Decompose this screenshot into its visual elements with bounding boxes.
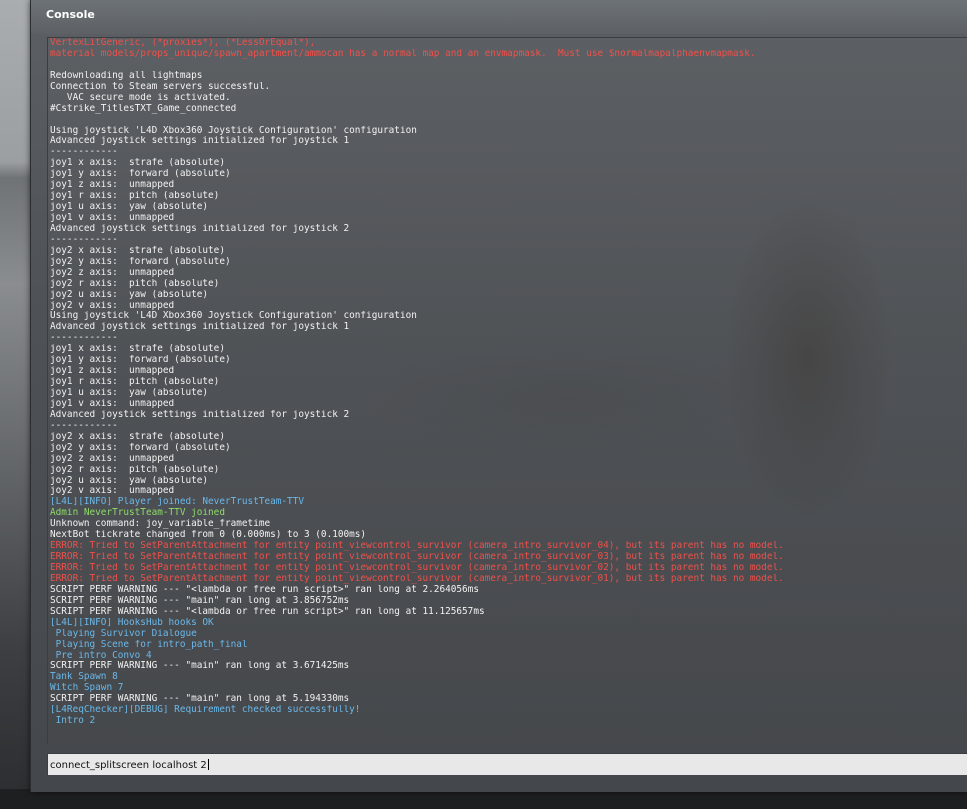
command-input[interactable]: connect_splitscreen localhost 2 (47, 753, 967, 775)
log-line: SCRIPT PERF WARNING --- "<lambda or free… (50, 584, 479, 595)
log-line: Advanced joystick settings initialized f… (50, 409, 350, 420)
log-line: Advanced joystick settings initialized f… (50, 223, 350, 234)
log-line-info: [L4ReqChecker][DEBUG] Requirement checke… (50, 705, 361, 716)
log-line: joy1 y axis: forward (absolute) (50, 355, 231, 366)
log-line: SCRIPT PERF WARNING --- "<lambda or free… (50, 606, 485, 617)
log-line: joy2 u axis: yaw (absolute) (50, 289, 209, 300)
console-output[interactable]: VertexLitGeneric, (*proxies*), (*LessOrE… (47, 37, 967, 744)
log-line: joy2 x axis: strafe (absolute) (50, 431, 225, 442)
log-line: joy1 x axis: strafe (absolute) (50, 158, 225, 169)
log-line-error: ERROR: Tried to SetParentAttachment for … (50, 552, 784, 563)
log-line: joy1 r axis: pitch (absolute) (50, 377, 220, 388)
command-input-text: connect_splitscreen localhost 2 (50, 760, 207, 771)
log-line: NextBot tickrate changed from 0 (0.000ms… (50, 530, 367, 541)
log-line: ------------ (50, 420, 118, 431)
log-line: Advanced joystick settings initialized f… (50, 322, 350, 333)
log-line: VAC secure mode is activated. (50, 92, 231, 103)
log-line: ------------ (50, 333, 118, 344)
log-line-info: Playing Survivor Dialogue (50, 628, 197, 639)
log-line: joy1 y axis: forward (absolute) (50, 169, 231, 180)
log-line: SCRIPT PERF WARNING --- "main" ran long … (50, 595, 350, 606)
log-line: joy2 r axis: pitch (absolute) (50, 464, 220, 475)
log-line-error: ERROR: Tried to SetParentAttachment for … (50, 563, 784, 573)
log-line-error: ERROR: Tried to SetParentAttachment for … (50, 573, 784, 584)
log-line: joy2 z axis: unmapped (50, 453, 175, 464)
log-line: Redownloading all lightmaps (50, 70, 203, 81)
log-line: Advanced joystick settings initialized f… (50, 136, 350, 147)
log-line-info: Pre intro Convo 4 (50, 650, 152, 661)
log-line: SCRIPT PERF WARNING --- "main" ran long … (50, 694, 350, 705)
log-line-info: Tank Spawn 8 (50, 672, 118, 683)
log-line-info: Witch Spawn 7 (50, 683, 124, 694)
log-line-info: Intro 2 (50, 716, 96, 727)
log-line-error: VertexLitGeneric, (*proxies*), (*LessOrE… (50, 38, 316, 48)
log-line: joy1 v axis: unmapped (50, 398, 175, 409)
log-line: joy1 x axis: strafe (absolute) (50, 344, 225, 355)
log-line: Using joystick 'L4D Xbox360 Joystick Con… (50, 125, 417, 136)
log-line: Using joystick 'L4D Xbox360 Joystick Con… (50, 311, 417, 322)
log-line-error: ERROR: Tried to SetParentAttachment for … (50, 541, 784, 552)
log-line: Unknown command: joy_variable_frametime (50, 519, 271, 530)
log-line: joy2 u axis: yaw (absolute) (50, 475, 209, 486)
log-line: joy2 z axis: unmapped (50, 267, 175, 278)
window-title: Console (46, 8, 95, 21)
log-line: joy1 u axis: yaw (absolute) (50, 388, 209, 398)
log-line: ------------ (50, 234, 118, 245)
log-line: joy1 z axis: unmapped (50, 366, 175, 377)
log-line: #Cstrike_TitlesTXT_Game_connected (50, 103, 237, 114)
log-line-info: [L4L][INFO] Player joined: NeverTrustTea… (50, 497, 304, 508)
log-line: joy2 y axis: forward (absolute) (50, 256, 231, 267)
log-line: joy1 v axis: unmapped (50, 213, 175, 223)
log-line-info: Playing Scene for intro_path_final (50, 639, 248, 650)
game-scene-backdrop (0, 0, 34, 809)
log-line-error: material models/props_unique/spawn_apart… (50, 48, 756, 59)
console-window: Console VertexLitGeneric, (*proxies*), (… (30, 0, 967, 792)
log-line: joy1 u axis: yaw (absolute) (50, 202, 209, 213)
log-line: ------------ (50, 147, 118, 158)
log-line-info: Admin NeverTrustTeam-TTV joined (50, 508, 225, 519)
log-line: joy2 r axis: pitch (absolute) (50, 278, 220, 289)
log-line: joy2 v axis: unmapped (50, 486, 175, 497)
log-line: joy1 z axis: unmapped (50, 180, 175, 191)
text-caret (207, 759, 209, 770)
game-scene-floor (0, 789, 967, 809)
title-bar[interactable]: Console (31, 0, 967, 34)
log-line: SCRIPT PERF WARNING --- "main" ran long … (50, 661, 350, 672)
log-line: joy2 x axis: strafe (absolute) (50, 245, 225, 256)
log-lines: VertexLitGeneric, (*proxies*), (*LessOrE… (50, 38, 965, 727)
log-line: joy1 r axis: pitch (absolute) (50, 191, 220, 202)
log-line: joy2 v axis: unmapped (50, 300, 175, 311)
log-line: joy2 y axis: forward (absolute) (50, 442, 231, 453)
log-line-info: [L4L][INFO] HooksHub hooks OK (50, 617, 214, 628)
log-line: Connection to Steam servers successful. (50, 81, 271, 92)
